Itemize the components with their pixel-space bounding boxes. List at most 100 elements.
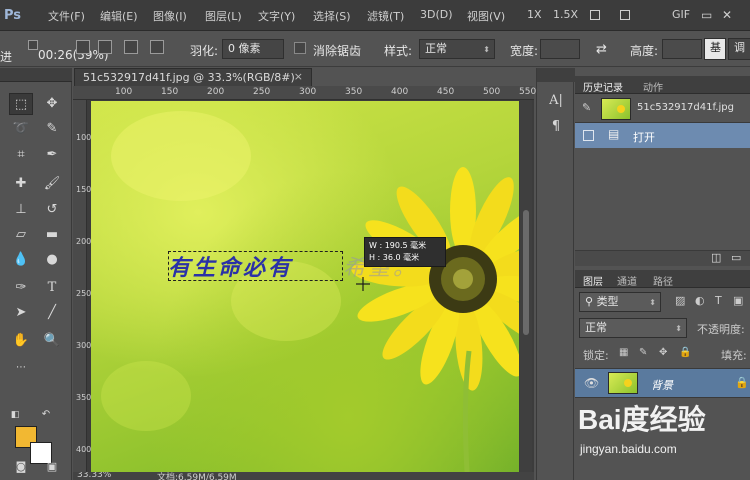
history-step-open[interactable]: ▤ 打开 bbox=[575, 122, 750, 148]
new-document-icon[interactable]: ▭ bbox=[731, 251, 741, 264]
close-window-icon[interactable]: ✕ bbox=[722, 8, 732, 22]
lasso-tool-icon[interactable]: ➰ bbox=[9, 118, 33, 140]
tab-history[interactable]: 历史记录 bbox=[583, 79, 623, 94]
history-brush-tool-icon[interactable]: ↺ bbox=[40, 199, 64, 221]
lock-position-icon[interactable]: ✥ bbox=[659, 347, 667, 358]
new-snapshot-icon[interactable]: ◫ bbox=[711, 251, 721, 264]
layers-panel-header: 图层 通道 路径 bbox=[575, 270, 750, 288]
width-input[interactable] bbox=[540, 39, 580, 59]
tab-actions[interactable]: 动作 bbox=[643, 79, 663, 94]
eyedropper-tool-icon[interactable]: ✒ bbox=[40, 144, 64, 166]
history-brush-source-icon[interactable]: ✎ bbox=[582, 101, 591, 114]
gradient-tool-icon[interactable]: ▬ bbox=[40, 224, 64, 246]
more-tools-icon[interactable]: ⋯ bbox=[9, 357, 33, 379]
layer-row-background[interactable]: 👁 背景 🔒 bbox=[575, 368, 750, 398]
menu-view[interactable]: 视图(V) bbox=[467, 8, 505, 24]
character-panel-icon[interactable]: A| bbox=[544, 90, 568, 112]
rect-marquee-tool-icon[interactable]: ⬚ bbox=[9, 93, 33, 115]
dodge-tool-icon[interactable]: ● bbox=[40, 249, 64, 271]
tab-paths[interactable]: 路径 bbox=[653, 273, 673, 288]
layer-filter-value: 类型 bbox=[596, 295, 619, 308]
history-panel: 历史记录 动作 ✎ 51c532917d41f.jpg ▤ 打开 ◫ ▭ bbox=[575, 76, 750, 266]
healing-brush-tool-icon[interactable]: ✚ bbox=[9, 173, 33, 195]
speed-15x-button[interactable]: 1.5X bbox=[553, 8, 578, 21]
menu-image[interactable]: 图像(I) bbox=[153, 8, 187, 24]
antialias-checkbox[interactable] bbox=[294, 42, 306, 54]
text-layer-content[interactable]: 有生命必有 bbox=[168, 250, 293, 282]
filter-type-icon[interactable]: T bbox=[715, 294, 722, 307]
quick-mask-icon[interactable]: ◙ bbox=[9, 456, 33, 478]
image-canvas[interactable] bbox=[91, 101, 519, 472]
tab-layers[interactable]: 图层 bbox=[583, 273, 603, 288]
chevron-updown-icon: ⬍ bbox=[675, 324, 682, 333]
scrollbar-thumb[interactable] bbox=[523, 210, 529, 335]
lock-image-icon[interactable]: ✎ bbox=[639, 347, 647, 358]
eraser-tool-icon[interactable]: ▱ bbox=[9, 224, 33, 246]
add-selection-icon[interactable] bbox=[98, 40, 112, 54]
move-tool-icon[interactable]: ✥ bbox=[40, 93, 64, 115]
paragraph-panel-icon[interactable]: ¶ bbox=[544, 116, 568, 138]
brush-tool-icon[interactable]: 🖌 bbox=[40, 173, 64, 195]
stop-icon[interactable] bbox=[620, 10, 630, 20]
gif-button[interactable]: GIF bbox=[672, 8, 690, 21]
lock-all-icon[interactable]: 🔒 bbox=[679, 347, 691, 358]
subtract-selection-icon[interactable] bbox=[124, 40, 138, 54]
feather-label: 羽化: bbox=[190, 44, 219, 58]
swap-colors-icon[interactable]: ↶ bbox=[40, 404, 52, 426]
lock-transparent-icon[interactable]: ▦ bbox=[619, 347, 628, 358]
tab-channels[interactable]: 通道 bbox=[617, 273, 637, 288]
menu-3d[interactable]: 3D(D) bbox=[420, 8, 453, 21]
history-snapshot[interactable]: ✎ 51c532917d41f.jpg bbox=[575, 96, 750, 122]
menu-file[interactable]: 文件(F) bbox=[48, 8, 85, 24]
new-selection-icon[interactable] bbox=[76, 40, 90, 54]
pen-tool-icon[interactable]: ✑ bbox=[9, 277, 33, 299]
path-select-tool-icon[interactable]: ➤ bbox=[9, 302, 33, 324]
menu-filter[interactable]: 滤镜(T) bbox=[367, 8, 404, 24]
swap-icon[interactable]: ⇄ bbox=[596, 42, 607, 57]
eye-icon[interactable]: 👁 bbox=[584, 376, 599, 390]
menu-layer[interactable]: 图层(L) bbox=[205, 8, 242, 24]
style-select[interactable]: 正常 ⬍ bbox=[419, 39, 495, 59]
document-size: 文档:6.59M/6.59M bbox=[157, 473, 237, 480]
speed-1x-button[interactable]: 1X bbox=[527, 8, 542, 21]
close-tab-icon[interactable]: × bbox=[294, 70, 303, 83]
refine-button[interactable]: 基 bbox=[704, 38, 726, 60]
layer-filter-select[interactable]: ⚲ 类型 ⬍ bbox=[579, 292, 661, 312]
feather-input[interactable]: 0 像素 bbox=[222, 39, 284, 59]
line-tool-icon[interactable]: ╱ bbox=[40, 302, 64, 324]
document-tab[interactable]: 51c532917d41f.jpg @ 33.3%(RGB/8#) × bbox=[74, 68, 312, 86]
history-checkbox[interactable] bbox=[583, 130, 594, 141]
record-icon[interactable] bbox=[590, 10, 600, 20]
filter-adjust-icon[interactable]: ◐ bbox=[695, 294, 705, 307]
menu-type[interactable]: 文字(Y) bbox=[258, 8, 295, 24]
zoom-level[interactable]: 33.33% bbox=[77, 472, 111, 480]
style-select-value: 正常 bbox=[425, 42, 447, 55]
snapshot-thumbnail bbox=[601, 98, 631, 120]
height-input[interactable] bbox=[662, 39, 702, 59]
menu-select[interactable]: 选择(S) bbox=[313, 8, 351, 24]
ruler-tick-label: 450 bbox=[437, 87, 455, 97]
filter-pixel-icon[interactable]: ▨ bbox=[675, 294, 685, 307]
clone-stamp-tool-icon[interactable]: ⊥ bbox=[9, 199, 33, 221]
blur-tool-icon[interactable]: 💧 bbox=[9, 249, 33, 271]
baidu-jingyan-watermark: Bai度经验 jingyan.baidu.com bbox=[578, 398, 750, 462]
intersect-selection-icon[interactable] bbox=[150, 40, 164, 54]
quick-select-tool-icon[interactable]: ✎ bbox=[40, 118, 64, 140]
blend-mode-select[interactable]: 正常 ⬍ bbox=[579, 318, 687, 338]
ruler-tick-label: 400 bbox=[391, 87, 409, 97]
menu-edit[interactable]: 编辑(E) bbox=[100, 8, 138, 24]
hand-tool-icon[interactable]: ✋ bbox=[9, 330, 33, 352]
zoom-tool-icon[interactable]: 🔍 bbox=[40, 330, 64, 352]
ruler-tick-label: 500 bbox=[483, 87, 501, 97]
search-icon: ⚲ bbox=[585, 295, 597, 308]
tools-panel-header bbox=[0, 68, 72, 82]
restore-icon[interactable]: ▭ bbox=[701, 8, 712, 22]
adjust-button[interactable]: 调 bbox=[728, 38, 750, 60]
filter-shape-icon[interactable]: ▣ bbox=[733, 294, 743, 307]
marquee-preset-icon[interactable] bbox=[28, 40, 38, 50]
type-tool-icon[interactable]: T bbox=[40, 277, 64, 299]
transform-size-tooltip: W : 190.5 毫米 H : 36.0 毫米 bbox=[364, 237, 446, 267]
default-colors-icon[interactable]: ◧ bbox=[9, 404, 21, 426]
crop-tool-icon[interactable]: ⌗ bbox=[9, 144, 33, 166]
screen-mode-icon[interactable]: ▣ bbox=[40, 456, 64, 478]
